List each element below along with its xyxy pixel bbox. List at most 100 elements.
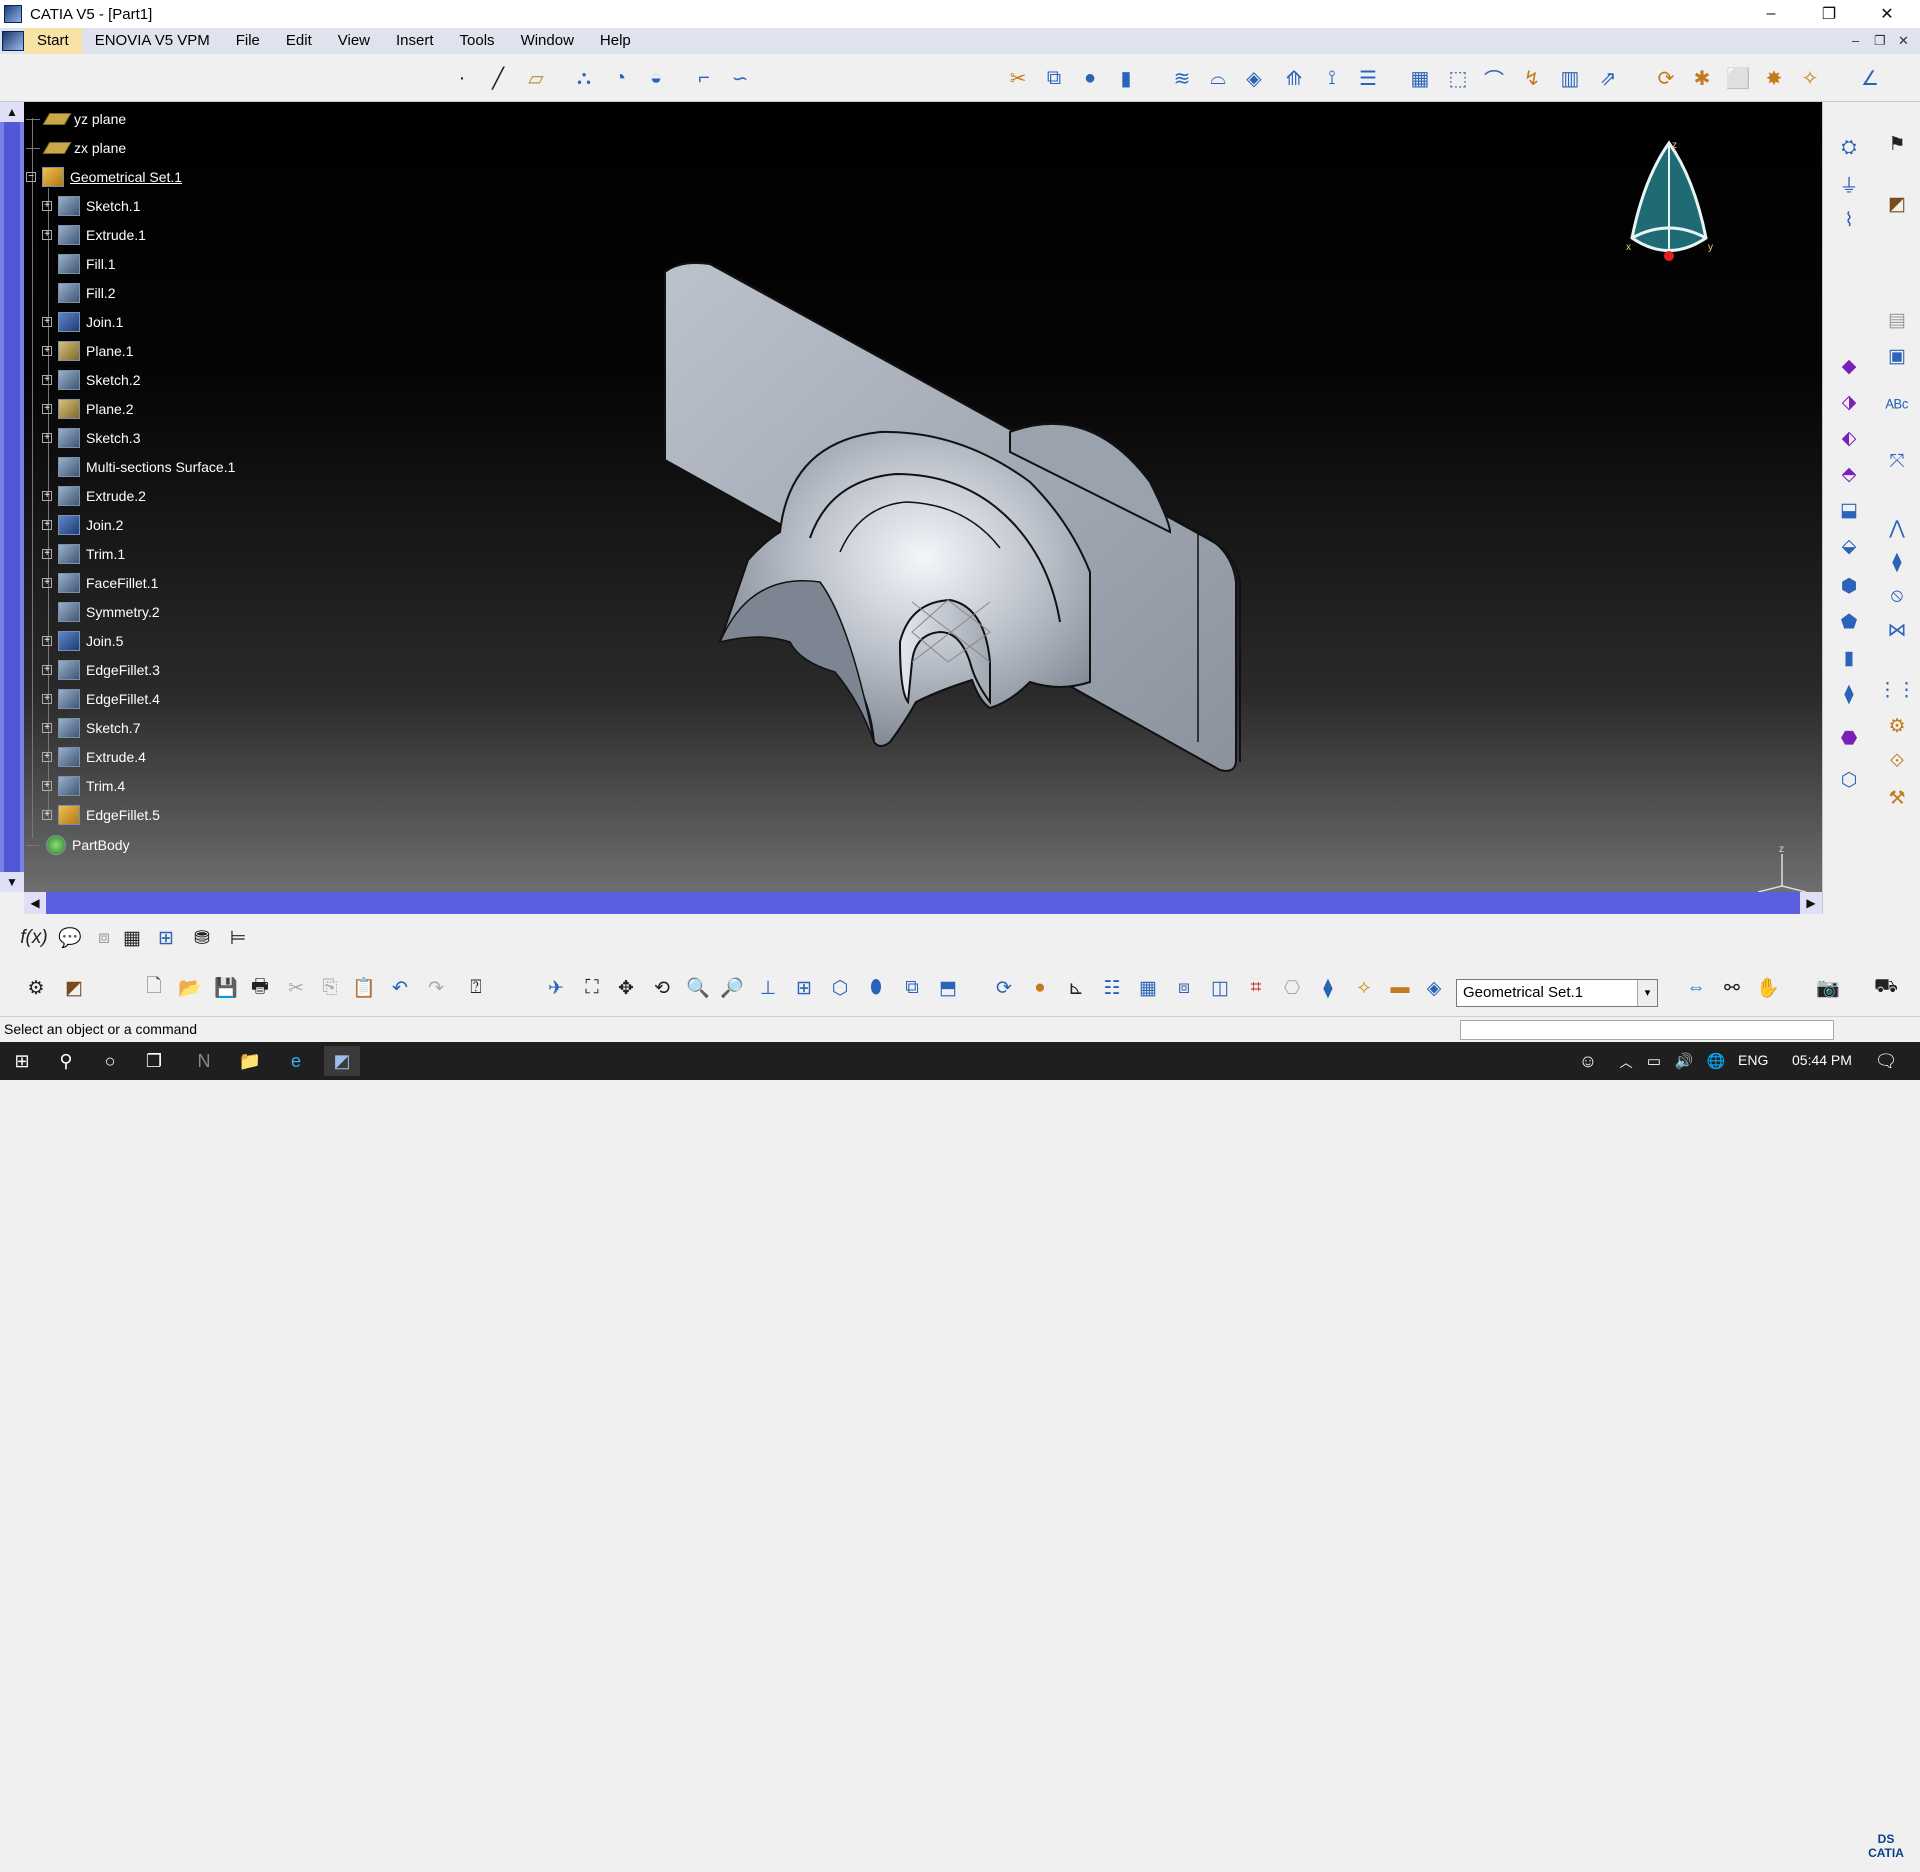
tree-item-multi-sections-surface-1[interactable]: Multi-sections Surface.1 bbox=[42, 454, 235, 480]
table-icon[interactable]: ▦ bbox=[118, 924, 146, 952]
tree-item-edgefillet-3[interactable]: + EdgeFillet.3 bbox=[42, 657, 160, 683]
rib-icon[interactable]: ⬙ bbox=[1835, 532, 1863, 560]
sketch-tool-icon[interactable]: ⛭ bbox=[1835, 134, 1863, 162]
expand-icon[interactable]: + bbox=[42, 549, 52, 559]
scan-icon[interactable]: ⎔ bbox=[1278, 974, 1306, 1002]
catia-logo-icon[interactable] bbox=[2, 31, 24, 51]
chevron-down-icon[interactable]: ▾ bbox=[1637, 980, 1657, 1006]
expand-icon[interactable]: + bbox=[42, 346, 52, 356]
scaling-icon[interactable]: ⬜ bbox=[1724, 64, 1752, 92]
expand-icon[interactable]: + bbox=[42, 491, 52, 501]
tree-item-sketch-2[interactable]: + Sketch.2 bbox=[42, 367, 140, 393]
layer-filter-icon[interactable]: ☷ bbox=[1098, 974, 1126, 1002]
cortana-icon[interactable]: ○ bbox=[92, 1046, 128, 1076]
comment-icon[interactable]: 💬 bbox=[56, 924, 84, 952]
expand-icon[interactable]: + bbox=[42, 723, 52, 733]
axis-system-tool-icon[interactable]: ⊾ bbox=[1062, 974, 1090, 1002]
close-surface-icon[interactable]: ⬡ bbox=[1835, 766, 1863, 794]
hand-icon[interactable]: ✋ bbox=[1754, 974, 1782, 1002]
tree-item-trim-4[interactable]: + Trim.4 bbox=[42, 773, 125, 799]
split-icon[interactable]: ✂ bbox=[1004, 64, 1032, 92]
pattern-icon[interactable]: ▥ bbox=[1556, 64, 1584, 92]
fit-all-icon[interactable]: ⛶ bbox=[578, 974, 606, 1002]
symmetry-icon[interactable]: ✱ bbox=[1688, 64, 1716, 92]
remove-loft-icon[interactable]: ⧫ bbox=[1835, 680, 1863, 708]
menu-start[interactable]: Start bbox=[24, 28, 82, 54]
connect-checker-icon[interactable]: ⋈ bbox=[1883, 616, 1911, 644]
draft-analysis-icon[interactable]: ⧫ bbox=[1883, 548, 1911, 576]
windows-start-icon[interactable]: ⊞ bbox=[4, 1046, 40, 1076]
language-indicator[interactable]: ENG bbox=[1738, 1052, 1768, 1068]
tree-item-yz-plane[interactable]: yz plane bbox=[26, 106, 126, 132]
expand-icon[interactable]: + bbox=[42, 201, 52, 211]
stiffener-icon[interactable]: ⬟ bbox=[1835, 608, 1863, 636]
pan-icon[interactable]: ✥ bbox=[612, 974, 640, 1002]
render-icon[interactable]: ◩ bbox=[60, 974, 88, 1002]
tree-item-edgefillet-4[interactable]: + EdgeFillet.4 bbox=[42, 686, 160, 712]
trim-icon[interactable]: ⧉ bbox=[1040, 64, 1068, 92]
swap-space-icon[interactable]: ⬒ bbox=[934, 974, 962, 1002]
extract-icon[interactable]: ⬚ bbox=[1444, 64, 1472, 92]
catalog-icon[interactable]: ⟡ bbox=[1350, 974, 1378, 1002]
expand-icon[interactable]: + bbox=[42, 636, 52, 646]
network-globe-icon[interactable]: 🌐 bbox=[1698, 1046, 1734, 1076]
healing-icon[interactable]: ⟟ bbox=[1318, 64, 1346, 92]
knowledge-icon[interactable]: ⚙ bbox=[1883, 712, 1911, 740]
multi-view-icon[interactable]: ⊞ bbox=[790, 974, 818, 1002]
zoom-out-icon[interactable]: 🔎 bbox=[718, 974, 746, 1002]
mdi-restore-button[interactable]: ❐ bbox=[1874, 28, 1886, 54]
menu-file[interactable]: File bbox=[223, 28, 273, 54]
reaction-icon[interactable]: ⚒ bbox=[1883, 784, 1911, 812]
camera-icon[interactable]: 📷 bbox=[1814, 974, 1842, 1002]
menu-tools[interactable]: Tools bbox=[447, 28, 508, 54]
tree-item-sketch-1[interactable]: + Sketch.1 bbox=[42, 193, 140, 219]
menu-edit[interactable]: Edit bbox=[273, 28, 325, 54]
shaft-icon[interactable]: ⬖ bbox=[1835, 424, 1863, 452]
boundary-icon[interactable]: ↯ bbox=[1518, 64, 1546, 92]
layer-icon[interactable]: ☰ bbox=[1354, 64, 1382, 92]
whats-this-icon[interactable]: ⍰ bbox=[462, 974, 490, 1002]
menu-insert[interactable]: Insert bbox=[383, 28, 447, 54]
mdi-close-button[interactable]: ✕ bbox=[1898, 28, 1909, 54]
tree-item-zx-plane[interactable]: zx plane bbox=[26, 135, 126, 161]
minimize-button[interactable]: – bbox=[1742, 0, 1800, 28]
tree-item-fill-1[interactable]: Fill.1 bbox=[42, 251, 116, 277]
law-icon[interactable]: ⊨ bbox=[224, 924, 252, 952]
tree-item-partbody[interactable]: PartBody bbox=[26, 832, 130, 858]
print-icon[interactable]: 🖶 bbox=[246, 974, 274, 1002]
loft-icon[interactable]: ▮ bbox=[1835, 644, 1863, 672]
revolve-icon[interactable]: ◔ bbox=[606, 64, 634, 92]
insert-body-icon[interactable]: ⚯ bbox=[1718, 974, 1746, 1002]
zoom-in-icon[interactable]: 🔍 bbox=[684, 974, 712, 1002]
measure-icon[interactable]: ▣ bbox=[1883, 342, 1911, 370]
menu-enovia[interactable]: ENOVIA V5 VPM bbox=[82, 28, 223, 54]
save-icon[interactable]: 💾 bbox=[212, 974, 240, 1002]
slot-icon[interactable]: ⬢ bbox=[1835, 572, 1863, 600]
collapse-icon[interactable]: − bbox=[26, 172, 36, 182]
update-icon[interactable]: ⟳ bbox=[990, 974, 1018, 1002]
tree-item-join-5[interactable]: + Join.5 bbox=[42, 628, 123, 654]
expand-icon[interactable]: + bbox=[42, 752, 52, 762]
scroll-left-arrow-icon[interactable]: ◀ bbox=[24, 892, 46, 914]
onenote-icon[interactable]: N bbox=[186, 1046, 222, 1076]
expand-icon[interactable]: + bbox=[42, 433, 52, 443]
cut-icon[interactable]: ✂ bbox=[282, 974, 310, 1002]
close-button[interactable]: ✕ bbox=[1858, 0, 1916, 28]
lightbulb-icon[interactable]: ● bbox=[1026, 974, 1054, 1002]
texture-icon[interactable]: ◩ bbox=[1883, 190, 1911, 218]
translate-icon[interactable]: ⇗ bbox=[1594, 64, 1622, 92]
expand-icon[interactable]: + bbox=[42, 665, 52, 675]
fillet-icon[interactable]: ⌐ bbox=[690, 64, 718, 92]
compass[interactable]: z x y bbox=[1614, 138, 1724, 291]
tree-item-extrude-1[interactable]: + Extrude.1 bbox=[42, 222, 146, 248]
expand-icon[interactable]: + bbox=[42, 694, 52, 704]
tree-item-join-2[interactable]: + Join.2 bbox=[42, 512, 123, 538]
define-in-work-object-icon[interactable]: ▬ bbox=[1386, 974, 1414, 1002]
pad-icon[interactable]: ◆ bbox=[1835, 352, 1863, 380]
tree-item-join-1[interactable]: + Join.1 bbox=[42, 309, 123, 335]
tree-item-trim-1[interactable]: + Trim.1 bbox=[42, 541, 125, 567]
expand-icon[interactable]: + bbox=[42, 810, 52, 820]
swap-visibility-icon[interactable]: ⇔ bbox=[1682, 974, 1710, 1002]
extrapolate-icon[interactable]: ✧ bbox=[1796, 64, 1824, 92]
text-abc-icon[interactable]: ᴬᴮᶜ bbox=[1883, 394, 1911, 422]
